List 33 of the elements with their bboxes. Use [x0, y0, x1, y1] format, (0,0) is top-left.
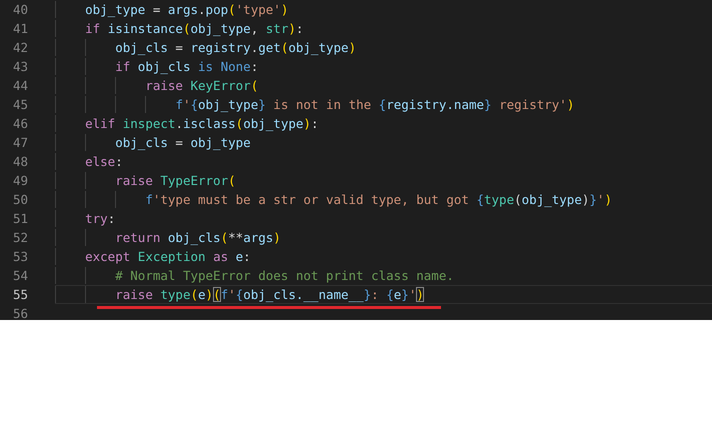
code-line: obj_cls = obj_type	[55, 133, 712, 152]
line-number: 48	[12, 153, 28, 171]
code-line: return obj_cls(**args)	[55, 228, 712, 247]
line-number: 45	[12, 96, 28, 114]
code-line: obj_cls = registry.get(obj_type)	[55, 38, 712, 57]
line-number: 52	[12, 229, 28, 247]
code-line: else:	[55, 152, 712, 171]
code-line: except Exception as e:	[55, 247, 712, 266]
line-number: 40	[12, 1, 28, 19]
line-number: 53	[12, 248, 28, 266]
code-line: raise TypeError(	[55, 171, 712, 190]
code-line: obj_type = args.pop('type')	[55, 0, 712, 19]
line-number: 56	[12, 305, 28, 320]
code-line: if isinstance(obj_type, str):	[55, 19, 712, 38]
code-line: f'type must be a str or valid type, but got {type(obj_type)}')	[55, 190, 712, 209]
line-number: 43	[12, 58, 28, 76]
line-number: 46	[12, 115, 28, 133]
line-number: 41	[12, 20, 28, 38]
line-number: 47	[12, 134, 28, 152]
line-number: 42	[12, 39, 28, 57]
line-number: 54	[12, 267, 28, 285]
line-number: 50	[12, 191, 28, 209]
code-line: # Normal TypeError does not print class name.	[55, 266, 712, 285]
line-number: 44	[12, 77, 28, 95]
line-number: 51	[12, 210, 28, 228]
code-line: if obj_cls is None:	[55, 57, 712, 76]
code-line: raise KeyError(	[55, 76, 712, 95]
line-number: 49	[12, 172, 28, 190]
code-line: f'{obj_type} is not in the {registry.name} registry')	[55, 95, 712, 114]
code-line: try:	[55, 209, 712, 228]
code-line: raise type(e)(f'{obj_cls.__name__}: {e}')	[55, 285, 712, 304]
code-line: elif inspect.isclass(obj_type):	[55, 114, 712, 133]
line-number: 55	[12, 286, 28, 304]
